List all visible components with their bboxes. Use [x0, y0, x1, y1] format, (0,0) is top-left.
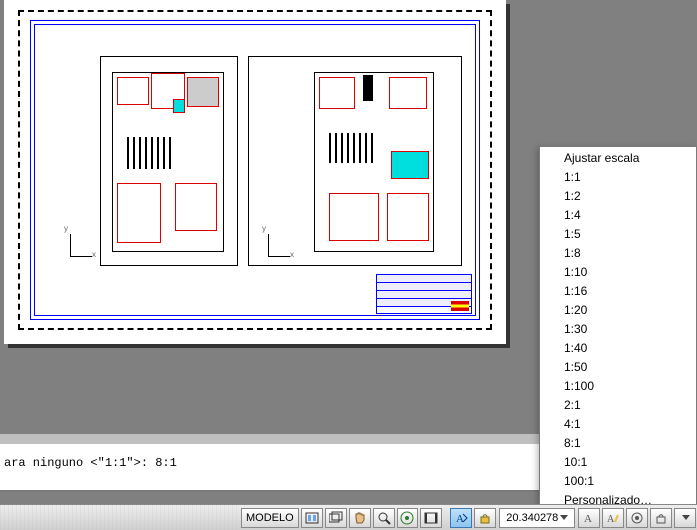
title-block — [376, 274, 472, 314]
chevron-down-icon — [560, 515, 568, 520]
svg-text:A: A — [456, 513, 464, 525]
scale-option[interactable]: 2:1 — [540, 396, 696, 415]
scale-option[interactable]: 4:1 — [540, 415, 696, 434]
svg-text:A: A — [584, 513, 592, 525]
scale-option[interactable]: 1:1 — [540, 168, 696, 187]
room — [329, 193, 379, 241]
scale-menu-title[interactable]: Ajustar escala — [540, 149, 696, 168]
annotation-lock-button[interactable] — [474, 508, 496, 528]
flag-icon — [451, 301, 469, 311]
layout-paper[interactable]: y x y x — [4, 0, 506, 344]
stair-icon — [127, 137, 173, 169]
annotation-autoscale-button[interactable]: A — [602, 508, 624, 528]
annotation-scale-value: 20.340278 — [506, 512, 558, 524]
pan-button[interactable] — [349, 508, 371, 528]
annotation-scale-button[interactable]: A — [450, 508, 472, 528]
workspace-switch-button[interactable] — [626, 508, 648, 528]
padlock-icon — [654, 511, 668, 525]
ucs-x-label: x — [290, 250, 294, 259]
room — [187, 77, 219, 107]
annotation-visibility-icon: A — [582, 511, 596, 525]
scale-option[interactable]: 1:40 — [540, 339, 696, 358]
lock-icon — [478, 511, 492, 525]
fixture — [391, 151, 429, 179]
room — [389, 77, 427, 109]
annotation-scale-field[interactable]: 20.340278 — [499, 508, 575, 528]
ucs-icon: y x — [264, 234, 294, 264]
floorplan-1 — [112, 72, 224, 252]
layout-quickview-drawings-button[interactable] — [325, 508, 347, 528]
statusbar-tray-button[interactable] — [674, 508, 696, 528]
annotation-visibility-button[interactable]: A — [578, 508, 600, 528]
gear-icon — [630, 511, 644, 525]
scale-option[interactable]: 1:16 — [540, 282, 696, 301]
room — [175, 183, 217, 231]
magnifier-icon — [377, 511, 391, 525]
model-space-label: MODELO — [246, 512, 294, 524]
hand-icon — [353, 511, 367, 525]
scale-option[interactable]: 1:8 — [540, 244, 696, 263]
model-space-button[interactable]: MODELO — [241, 508, 299, 528]
steering-wheel-button[interactable] — [397, 508, 419, 528]
annotation-scale-icon: A — [454, 511, 468, 525]
scale-option[interactable]: 1:50 — [540, 358, 696, 377]
shaft — [363, 75, 373, 101]
annotation-auto-icon: A — [606, 511, 620, 525]
status-bar: MODELO A 20.340278 A A — [0, 504, 697, 530]
scale-option[interactable]: 1:30 — [540, 320, 696, 339]
zoom-button[interactable] — [373, 508, 395, 528]
scale-option[interactable]: 8:1 — [540, 434, 696, 453]
room — [319, 77, 355, 109]
floorplan-2 — [314, 72, 434, 252]
stair-icon — [329, 133, 375, 163]
layout-quickview-button[interactable] — [301, 508, 323, 528]
ucs-y-label: y — [64, 224, 68, 233]
room — [117, 183, 161, 243]
ucs-icon: y x — [66, 234, 96, 264]
room — [117, 77, 149, 105]
room — [387, 193, 429, 241]
command-line-panel[interactable]: ara ninguno <"1:1">: 8:1 — [0, 434, 539, 492]
scale-option[interactable]: 1:4 — [540, 206, 696, 225]
command-line-text: ara ninguno <"1:1">: 8:1 — [0, 444, 539, 470]
film-icon — [424, 511, 438, 525]
ucs-x-label: x — [92, 250, 96, 259]
ucs-y-label: y — [262, 224, 266, 233]
layout-drawings-icon — [329, 511, 343, 525]
showmotion-button[interactable] — [420, 508, 442, 528]
statusbar-left-area — [0, 505, 240, 530]
fixture — [173, 99, 185, 113]
scale-option[interactable]: 10:1 — [540, 453, 696, 472]
scale-option[interactable]: 1:10 — [540, 263, 696, 282]
wheel-icon — [400, 511, 414, 525]
scale-option[interactable]: 1:20 — [540, 301, 696, 320]
scale-option[interactable]: 1:5 — [540, 225, 696, 244]
layout-icon — [305, 511, 319, 525]
scale-option[interactable]: 1:100 — [540, 377, 696, 396]
toolbar-lock-button[interactable] — [650, 508, 672, 528]
scale-option[interactable]: 100:1 — [540, 472, 696, 491]
svg-text:A: A — [607, 514, 615, 525]
chevron-down-icon — [682, 515, 690, 520]
scale-option[interactable]: 1:2 — [540, 187, 696, 206]
scale-menu[interactable]: Ajustar escala 1:1 1:2 1:4 1:5 1:8 1:10 … — [539, 146, 697, 530]
